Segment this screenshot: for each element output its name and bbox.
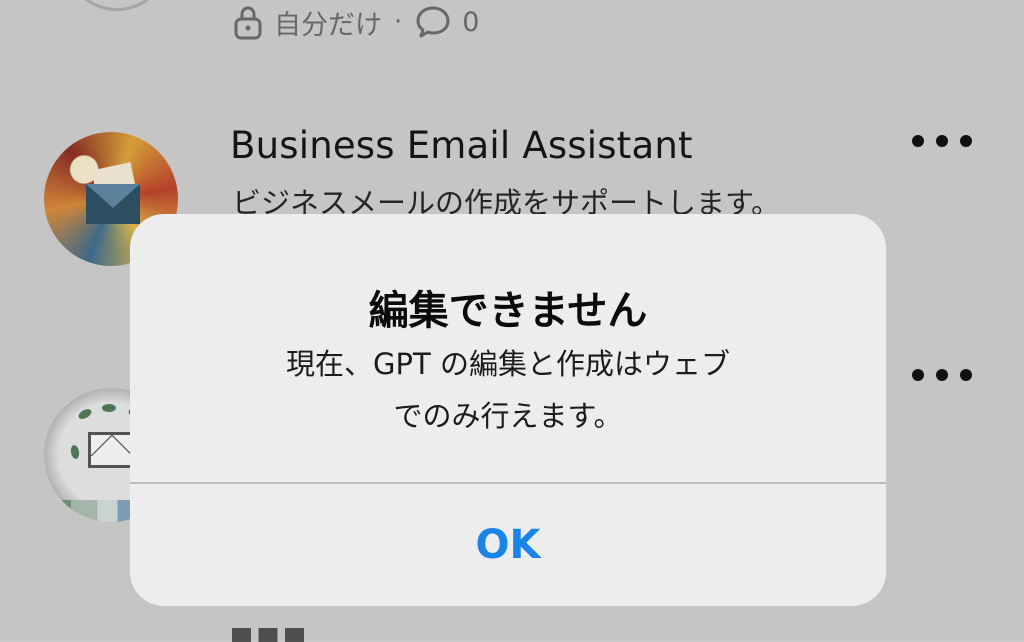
dialog-message: 現在、GPT の編集と作成はウェブ でのみ行えます。 [190,338,826,442]
dialog-title: 編集できません [368,288,648,334]
dialog-message-line: でのみ行えます。 [393,399,623,433]
alert-dialog: 編集できません 現在、GPT の編集と作成はウェブ でのみ行えます。 OK [130,214,886,606]
dialog-message-line: 現在、GPT の編集と作成はウェブ [286,347,730,381]
ok-button[interactable]: OK [130,484,886,606]
